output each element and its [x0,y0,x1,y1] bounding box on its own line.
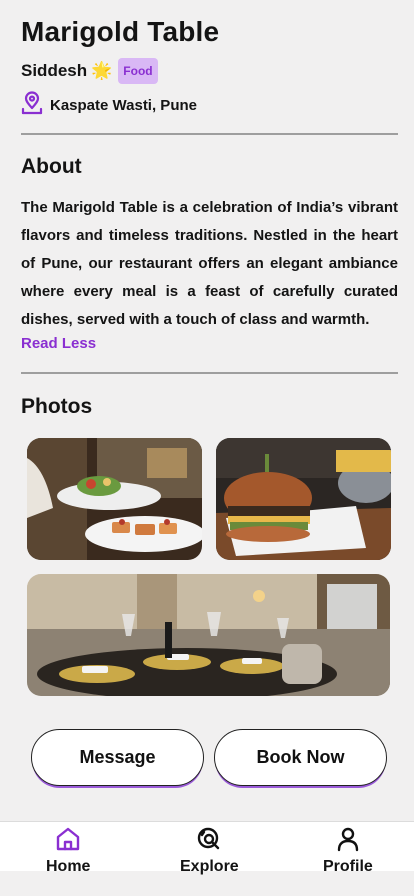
divider-top [21,133,398,135]
about-heading: About [21,155,82,178]
tab-profile-label: Profile [323,858,373,875]
home-icon [55,826,81,857]
owner-row: Siddesh 🌟 Food [21,58,158,84]
photo-plated-dishes[interactable] [27,438,202,560]
tab-home[interactable]: Home [46,826,90,876]
category-badge: Food [118,58,158,84]
photos-heading: Photos [21,395,93,418]
divider-middle [21,372,398,374]
star-emoji: 🌟 [91,61,113,80]
message-button[interactable]: Message [31,729,204,786]
tab-explore[interactable]: Explore [180,826,239,876]
read-less-link[interactable]: Read Less [21,335,96,352]
bottom-tab-bar: Home Explore Profile [0,821,414,875]
owner-name: Siddesh [21,61,88,80]
restaurant-title: Marigold Table [21,16,220,47]
location-row: Kaspate Wasti, Pune [21,90,197,120]
explore-icon [196,826,222,857]
tab-profile[interactable]: Profile [323,826,373,876]
photo-restaurant-interior[interactable] [27,574,390,696]
photo-burger[interactable] [216,438,391,560]
location-pin-icon [21,90,43,120]
profile-icon [335,826,361,857]
about-text: The Marigold Table is a celebration of I… [21,199,398,328]
tab-explore-label: Explore [180,858,239,875]
location-text: Kaspate Wasti, Pune [50,96,197,114]
tab-home-label: Home [46,858,91,875]
book-now-button[interactable]: Book Now [214,729,387,786]
